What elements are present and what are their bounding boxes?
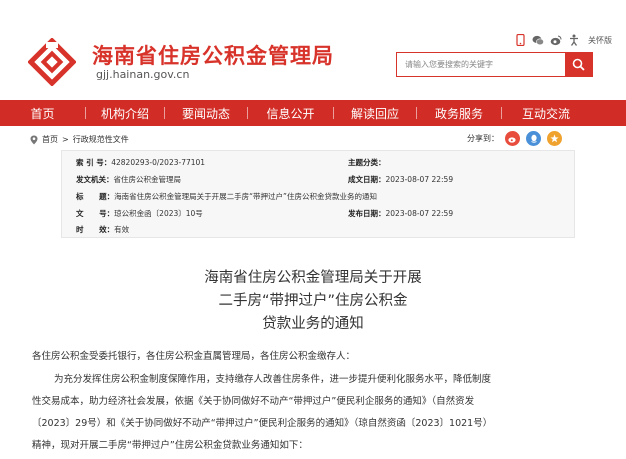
share-qq-icon[interactable] <box>526 131 541 146</box>
breadcrumb: 首页 > 行政规范性文件 <box>30 134 129 145</box>
top-tools: 关怀版 <box>514 33 612 47</box>
breadcrumb-home[interactable]: 首页 <box>42 134 58 145</box>
article-title-line-1: 海南省住房公积金管理局关于开展 <box>204 270 422 286</box>
site-name[interactable]: 海南省住房公积金管理局 <box>92 40 334 70</box>
nav-item-about[interactable]: 机构介绍 <box>86 100 164 126</box>
accessibility-icon[interactable] <box>568 34 580 46</box>
nav-item-interaction[interactable]: 互动交流 <box>502 100 590 126</box>
search-button[interactable] <box>565 53 592 76</box>
breadcrumb-current[interactable]: 行政规范性文件 <box>73 134 129 145</box>
wechat-icon[interactable] <box>532 34 544 46</box>
info-publisher: 发文机关：省住房公积金管理局 <box>76 175 181 184</box>
info-created: 成文日期：2023-08-07 22:59 <box>348 175 454 184</box>
search-icon <box>572 58 585 71</box>
breadcrumb-separator: > <box>62 135 69 144</box>
article-paragraph-2-line-4: 精神，现对开展二手房“带押过户”住房公积金贷款业务通知如下： <box>32 440 308 451</box>
info-subject: 主题分类： <box>348 158 386 167</box>
share-qzone-icon[interactable] <box>547 131 562 146</box>
search-input[interactable] <box>397 53 565 76</box>
share-weibo-icon[interactable] <box>505 131 520 146</box>
article-title-line-2: 二手房“带押过户”住房公积金 <box>218 293 408 309</box>
info-docno: 文 号：琼公积金函〔2023〕10号 <box>76 209 203 218</box>
site-domain: gjj.hainan.gov.cn <box>96 68 190 81</box>
mobile-icon[interactable] <box>514 34 526 46</box>
article-paragraph-2-line-3: 〔2023〕29号）和《关于协同做好不动产“带押过户”便民利企服务的通知》（琼自… <box>32 418 493 429</box>
info-title: 标 题：海南省住房公积金管理局关于开展二手房“带押过户”住房公积金贷款业务的通知 <box>76 192 377 201</box>
article-paragraph-1: 各住房公积金受委托银行，各住房公积金直属管理局，各住房公积金缴存人： <box>32 351 356 362</box>
weibo-icon[interactable] <box>550 34 562 46</box>
document-info: 索 引 号：42820293-0/2023-77101 主题分类： 发文机关：省… <box>61 150 575 238</box>
logo-icon[interactable] <box>28 38 76 86</box>
nav-item-interpretation[interactable]: 解读回应 <box>334 100 416 126</box>
elderly-mode-link[interactable]: 关怀版 <box>588 35 612 46</box>
info-published: 发布日期：2023-08-07 22:59 <box>348 209 454 218</box>
article-title-line-3: 贷款业务的通知 <box>262 316 364 332</box>
nav-item-services[interactable]: 政务服务 <box>417 100 501 126</box>
nav-item-news[interactable]: 要闻动态 <box>165 100 247 126</box>
main-nav: 首页 机构介绍 要闻动态 信息公开 解读回应 政务服务 互动交流 <box>0 100 626 126</box>
nav-item-disclosure[interactable]: 信息公开 <box>248 100 333 126</box>
share-label: 分享到： <box>467 134 499 143</box>
info-validity: 时 效：有效 <box>76 225 130 234</box>
info-index: 索 引 号：42820293-0/2023-77101 <box>76 158 206 167</box>
article-paragraph-2-line-2: 性交易成本，助力经济社会发展，依据《关于协同做好不动产“带押过户”便民利企服务的… <box>32 396 475 407</box>
site-header: 海南省住房公积金管理局 gjj.hainan.gov.cn 关怀版 <box>0 0 626 100</box>
location-pin-icon <box>30 135 38 144</box>
article-paragraph-2-line-1: 为充分发挥住房公积金制度保障作用，支持缴存人改善住房条件，进一步提升便利化服务水… <box>54 374 492 385</box>
share-bar: 分享到： <box>467 131 562 146</box>
nav-item-home[interactable]: 首页 <box>0 100 85 126</box>
search-box <box>396 52 593 77</box>
